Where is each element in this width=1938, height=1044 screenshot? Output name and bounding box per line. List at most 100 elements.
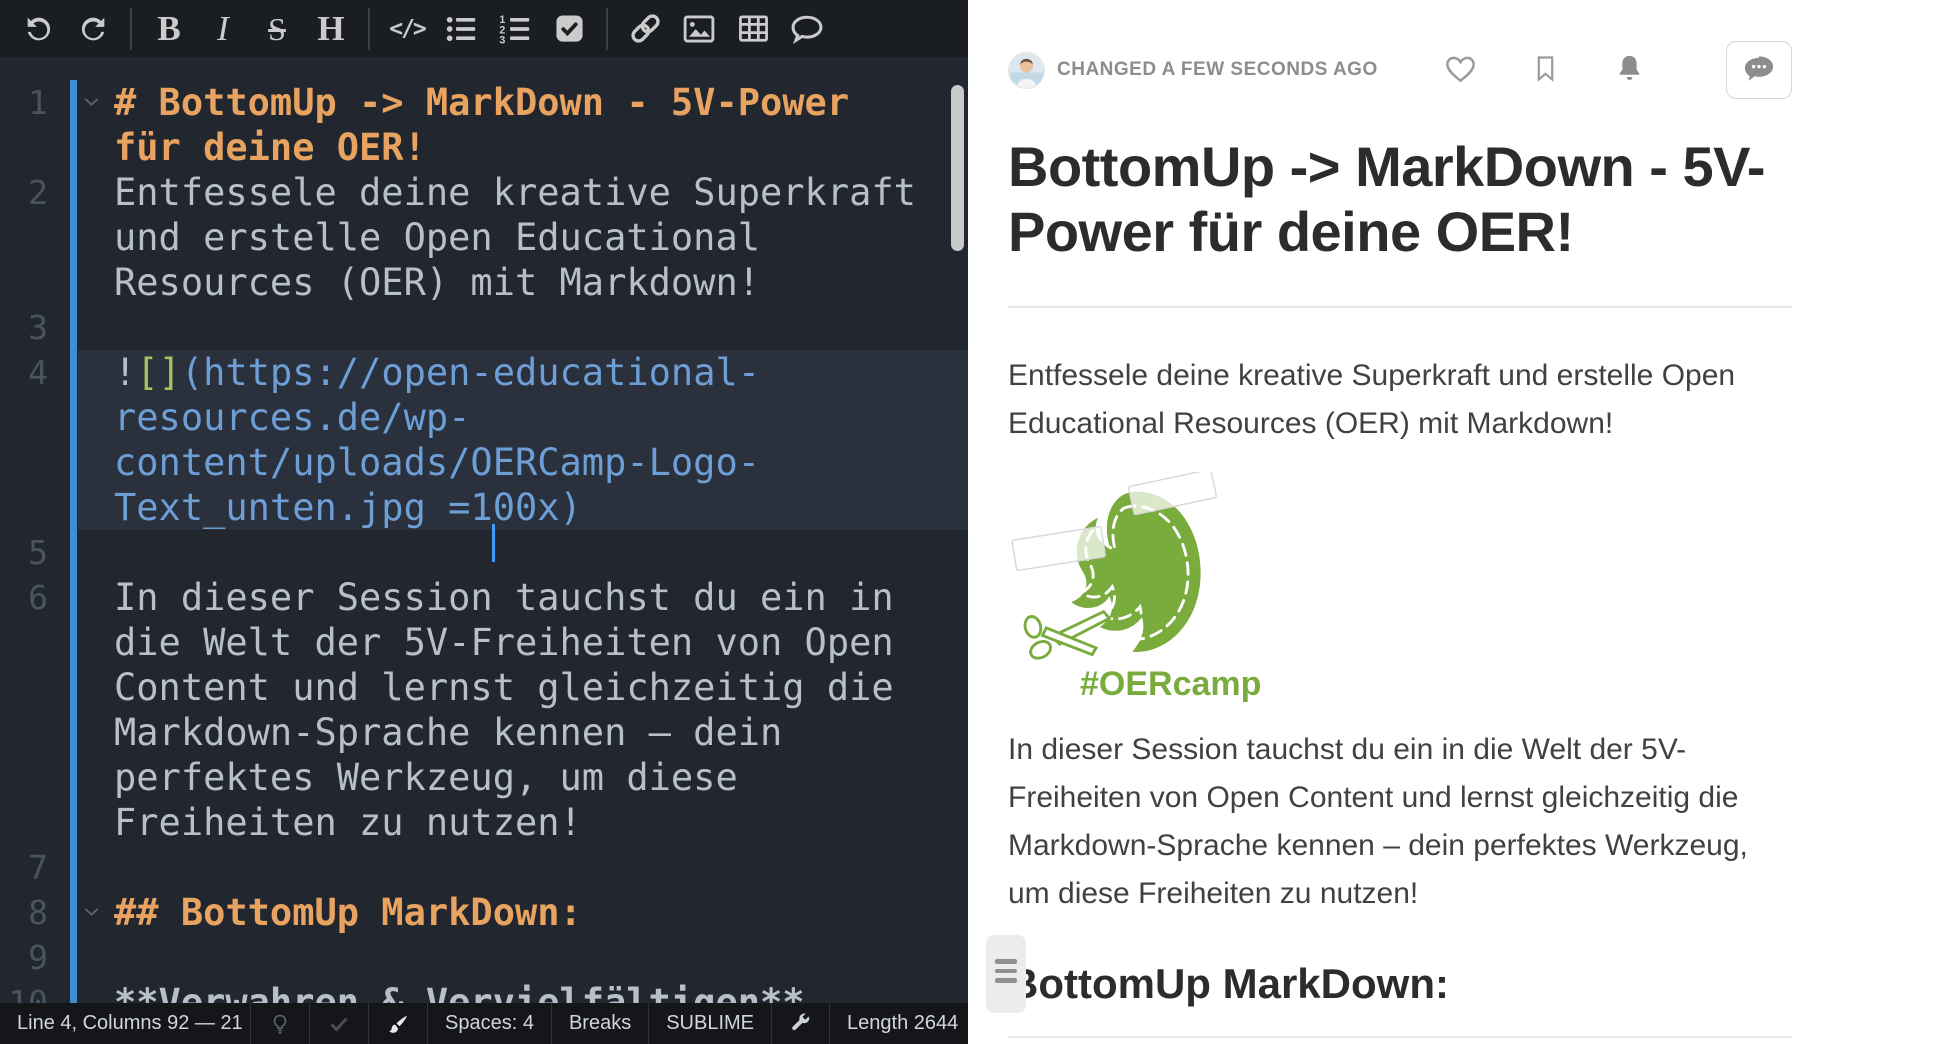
table-button[interactable] (726, 4, 780, 54)
toolbar-divider (368, 8, 370, 50)
svg-text:3: 3 (499, 34, 505, 45)
code-text[interactable]: In dieser Session tauchst du ein in die … (114, 575, 924, 845)
code-text[interactable] (114, 845, 924, 890)
fold-spacer (48, 935, 114, 980)
oercamp-logo-image: #OERcamp (1008, 472, 1792, 704)
code-text[interactable] (114, 935, 924, 980)
code-token: (https://open-educational-resources.de/w… (114, 351, 760, 529)
image-icon (682, 12, 716, 46)
comment-icon (789, 11, 825, 47)
code-token: Entfessele deine kreative Superkraft und… (114, 171, 938, 304)
notifications-button[interactable] (1613, 52, 1646, 88)
code-text[interactable]: ## BottomUp MarkDown: (114, 890, 924, 935)
undo-icon (22, 12, 56, 46)
code-token: ! (114, 351, 136, 394)
wrench-icon (789, 1012, 812, 1035)
status-breaks[interactable]: Breaks (551, 1003, 648, 1044)
editor-line-8: 8## BottomUp MarkDown: (0, 890, 968, 935)
code-text[interactable]: ![](https://open-educational-resources.d… (114, 350, 924, 530)
status-lightbulb[interactable] (250, 1003, 309, 1044)
line-number: 4 (0, 350, 48, 530)
line-number: 6 (0, 575, 48, 845)
bold-button[interactable]: B (142, 4, 196, 54)
italic-icon: I (217, 11, 229, 46)
link-icon (628, 11, 663, 46)
code-token: # BottomUp -> MarkDown - 5V-Power für de… (114, 81, 871, 169)
hamburger-icon (995, 959, 1017, 964)
heart-icon (1443, 51, 1478, 89)
line-number: 7 (0, 845, 48, 890)
note-meta: CHANGED A FEW SECONDS AGO (1008, 52, 1443, 89)
image-button[interactable] (672, 4, 726, 54)
markdown-editor[interactable]: 1# BottomUp -> MarkDown - 5V-Power für d… (0, 57, 968, 1003)
editor-statusbar: Line 4, Columns 92 — 21Spaces: 4BreaksSU… (0, 1003, 968, 1044)
strikethrough-button[interactable]: S (250, 4, 304, 54)
flame-logo-graphic (1008, 472, 1228, 668)
redo-button[interactable] (66, 4, 120, 54)
code-button[interactable]: </> (380, 4, 434, 54)
undo-button[interactable] (12, 4, 66, 54)
line-number: 10 (0, 980, 48, 1003)
status-spellcheck[interactable] (309, 1003, 368, 1044)
code-text[interactable]: # BottomUp -> MarkDown - 5V-Power für de… (114, 80, 924, 170)
status-spaces[interactable]: Spaces: 4 (427, 1003, 551, 1044)
intro-paragraph: Entfessele deine kreative Superkraft und… (1008, 352, 1792, 448)
check-list-button[interactable] (542, 4, 596, 54)
author-avatar[interactable] (1008, 52, 1045, 89)
redo-icon (76, 12, 110, 46)
status-keymap[interactable]: SUBLIME (648, 1003, 771, 1044)
bookmark-button[interactable] (1530, 53, 1561, 87)
brush-icon (386, 1012, 410, 1036)
fold-spacer (48, 980, 114, 1003)
app-window: B ISH </> 123 1# BottomUp -> MarkDown - 5V-… (0, 0, 1938, 1044)
comment-bubble-icon (1741, 51, 1777, 90)
line-number: 2 (0, 170, 48, 305)
italic-button[interactable]: I (196, 4, 250, 54)
code-text[interactable]: **Verwahren & Vervielfältigen** (114, 980, 924, 1003)
fold-spacer (48, 575, 114, 845)
line-number: 3 (0, 305, 48, 350)
fold-toggle[interactable] (48, 80, 114, 170)
fold-spacer (48, 845, 114, 890)
toolbar-divider (130, 8, 132, 50)
preview-pane: CHANGED A FEW SECONDS AGO BottomUp -> Ma… (968, 0, 1938, 1044)
section-heading: BottomUp MarkDown: (1008, 960, 1792, 1008)
comments-button[interactable] (1726, 41, 1792, 99)
editor-pane: B ISH </> 123 1# BottomUp -> MarkDown - 5V-… (0, 0, 968, 1044)
line-number: 5 (0, 530, 48, 575)
link-button[interactable] (618, 4, 672, 54)
code-token: 00x) (493, 486, 582, 529)
unordered-list-icon (444, 12, 478, 46)
check-list-icon (553, 12, 586, 45)
status-wrench[interactable] (771, 1003, 829, 1044)
scissors (1023, 612, 1109, 662)
ordered-list-button[interactable]: 123 (488, 4, 542, 54)
editor-line-9: 9 (0, 935, 968, 980)
fold-toggle[interactable] (48, 890, 114, 935)
editor-line-10: 10 **Verwahren & Vervielfältigen** (0, 980, 968, 1003)
fold-spacer (48, 530, 114, 575)
heading-button[interactable]: H (304, 4, 358, 54)
unordered-list-button[interactable] (434, 4, 488, 54)
code-token: In dieser Session tauchst du ein in die … (114, 576, 916, 844)
bookmark-icon (1530, 53, 1561, 87)
code-text[interactable] (114, 530, 924, 575)
comment-button[interactable] (780, 4, 834, 54)
editor-lines: 1# BottomUp -> MarkDown - 5V-Power für d… (0, 80, 968, 1003)
fold-spacer (48, 350, 114, 530)
code-text[interactable] (114, 305, 924, 350)
code-text[interactable]: Entfessele deine kreative Superkraft und… (114, 170, 924, 305)
bold-icon: B (157, 11, 180, 46)
editor-scrollbar-thumb[interactable] (951, 85, 964, 251)
heading-icon: H (317, 11, 344, 46)
note-header: CHANGED A FEW SECONDS AGO (1008, 42, 1792, 98)
favorite-button[interactable] (1443, 51, 1478, 89)
toc-handle[interactable] (986, 935, 1026, 1013)
ordered-list-icon: 123 (498, 12, 532, 46)
session-paragraph: In dieser Session tauchst du ein in die … (1008, 726, 1792, 918)
chevron-down-icon (81, 901, 102, 922)
status-brush[interactable] (368, 1003, 427, 1044)
note-actions (1443, 41, 1792, 99)
bell-icon (1613, 52, 1646, 88)
spellcheck-icon (327, 1012, 351, 1036)
